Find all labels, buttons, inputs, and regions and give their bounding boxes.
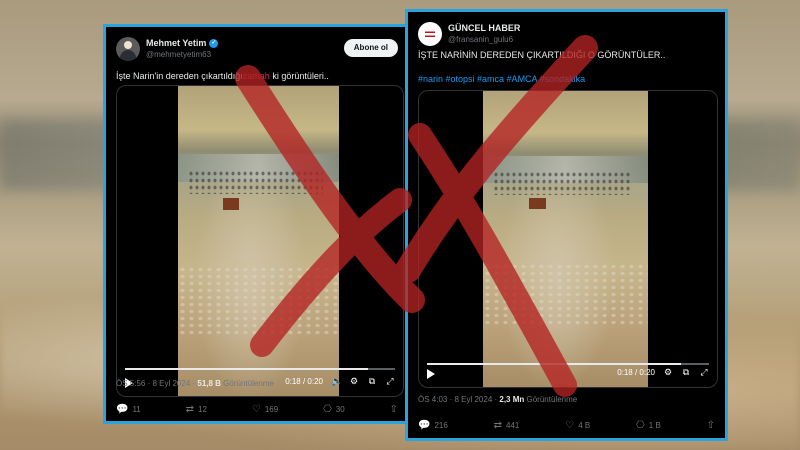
video-time: 0:18 / 0:20 bbox=[617, 368, 655, 377]
tweet-card-right: ▬▬ ▬▬ GÜNCEL HABER @fransanin_gulu6 İŞTE … bbox=[405, 9, 728, 441]
follow-button[interactable]: Abone ol bbox=[343, 39, 398, 57]
verified-badge-icon: ✓ bbox=[209, 39, 219, 49]
tweet-text: İŞTE NARİNİN DEREDEN ÇIKARTILDIĞI O GÖRÜ… bbox=[418, 50, 666, 60]
tweet-text: İşte Narin'in dereden çıkartıldığızamah … bbox=[116, 71, 329, 81]
pip-icon[interactable]: ⧉ bbox=[681, 367, 691, 378]
video-progress-bar[interactable] bbox=[427, 363, 709, 365]
bookmark-button[interactable]: ⎔ 30 bbox=[323, 404, 345, 415]
tweet-hashtags[interactable]: #narin #otopsi #amca #AMCA #sondakika bbox=[418, 74, 715, 84]
reply-icon: 💬 bbox=[116, 404, 129, 415]
repost-button[interactable]: ⇄ 441 bbox=[494, 420, 520, 431]
video-player[interactable]: 0:18 / 0:20 🔈 ⚙ ⧉ ⤢ bbox=[116, 85, 404, 397]
author-name[interactable]: Mehmet Yetim ✓ bbox=[146, 38, 219, 49]
avatar[interactable] bbox=[116, 37, 140, 61]
video-frame bbox=[483, 91, 648, 387]
share-button[interactable]: ⇧ bbox=[390, 404, 398, 415]
repost-icon: ⇄ bbox=[493, 420, 503, 431]
video-controls: 0:18 / 0:20 ⚙ ⧉ ⤢ bbox=[427, 367, 709, 381]
reply-button[interactable]: 💬 11 bbox=[116, 404, 141, 415]
bookmark-icon: ⎔ bbox=[636, 420, 645, 431]
avatar[interactable]: ▬▬ ▬▬ bbox=[418, 22, 442, 46]
settings-icon[interactable]: ⚙ bbox=[663, 367, 673, 378]
repost-button[interactable]: ⇄ 12 bbox=[186, 404, 207, 415]
reply-button[interactable]: 💬 216 bbox=[418, 420, 448, 431]
share-icon: ⇧ bbox=[706, 420, 715, 431]
like-button[interactable]: ♡ 4 B bbox=[565, 420, 590, 431]
tweet-meta: ÖS 5:56 · 8 Eyl 2024 · 51,8 B Görüntülen… bbox=[116, 379, 274, 388]
author-handle[interactable]: @fransanin_gulu6 bbox=[448, 35, 513, 44]
like-button[interactable]: ♡ 169 bbox=[252, 404, 278, 415]
share-button[interactable]: ⇧ bbox=[707, 420, 715, 431]
author-handle[interactable]: @mehmetyetim63 bbox=[146, 50, 211, 59]
share-icon: ⇧ bbox=[389, 404, 398, 415]
heart-icon: ♡ bbox=[565, 420, 575, 431]
tweet-actions: 💬 11 ⇄ 12 ♡ 169 ⎔ 30 ⇧ bbox=[116, 404, 398, 415]
fullscreen-icon[interactable]: ⤢ bbox=[699, 367, 709, 378]
video-progress-bar[interactable] bbox=[125, 368, 395, 370]
tweet-header: Mehmet Yetim ✓ @mehmetyetim63 Abone ol bbox=[116, 35, 398, 69]
tweet-actions: 💬 216 ⇄ 441 ♡ 4 B ⎔ 1 B ⇧ bbox=[418, 420, 715, 431]
repost-icon: ⇄ bbox=[185, 404, 195, 415]
video-player[interactable]: 0:18 / 0:20 ⚙ ⧉ ⤢ bbox=[418, 90, 718, 388]
heart-icon: ♡ bbox=[251, 404, 261, 415]
bookmark-button[interactable]: ⎔ 1 B bbox=[636, 420, 661, 431]
video-frame bbox=[178, 86, 339, 396]
reply-icon: 💬 bbox=[418, 420, 431, 431]
bookmark-icon: ⎔ bbox=[323, 404, 332, 415]
tweet-card-left: Mehmet Yetim ✓ @mehmetyetim63 Abone ol İş… bbox=[103, 24, 411, 424]
author-name[interactable]: GÜNCEL HABER bbox=[448, 23, 520, 33]
play-icon[interactable] bbox=[427, 369, 435, 379]
tweet-meta: ÖS 4:03 · 8 Eyl 2024 · 2,3 Mn Görüntülen… bbox=[418, 395, 578, 404]
